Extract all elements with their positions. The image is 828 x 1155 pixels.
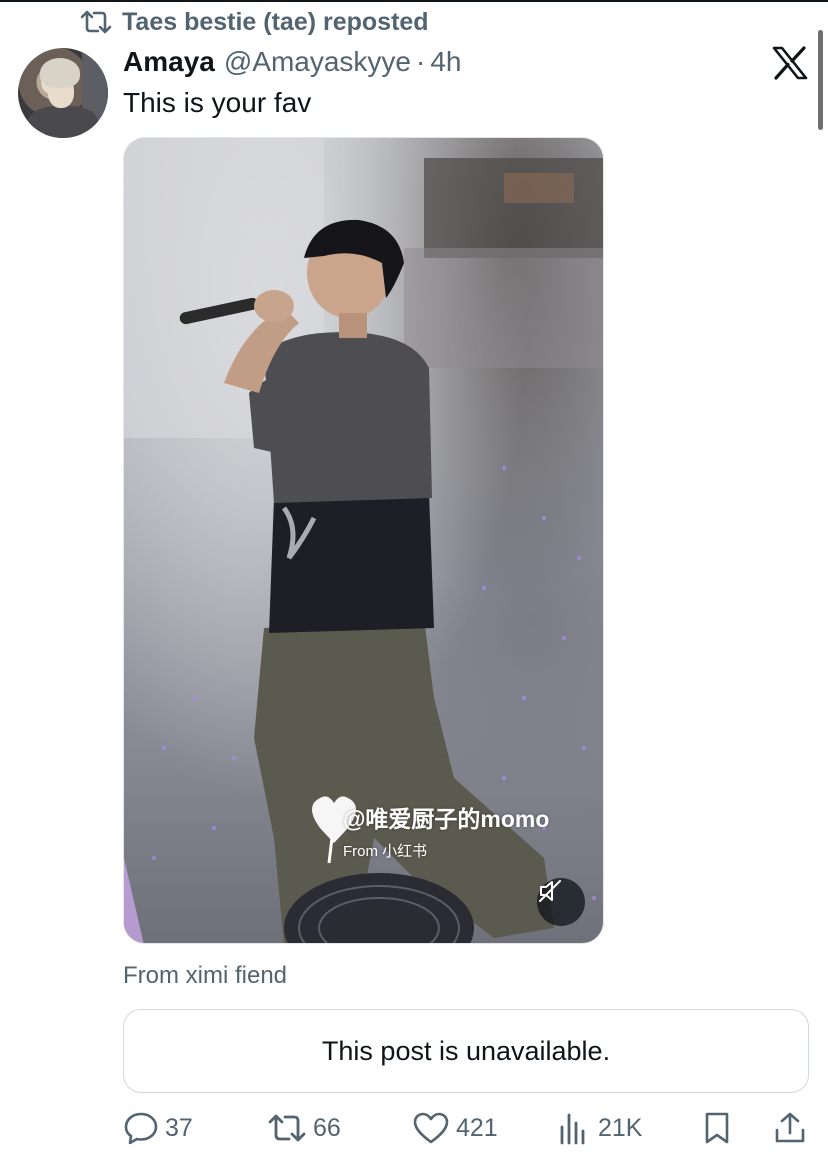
repost-action-icon <box>268 1114 306 1142</box>
post-header: Amaya @Amayaskyye · 4h <box>123 46 461 80</box>
avatar-hair <box>40 58 80 88</box>
share-button[interactable] <box>773 1108 807 1148</box>
mute-button[interactable] <box>537 878 585 926</box>
video-media[interactable]: @唯爱厨子的momo From 小红书 <box>123 137 604 944</box>
video-watermark: @唯爱厨子的momo From 小红书 <box>299 800 549 861</box>
repost-banner[interactable]: Taes bestie (tae) reposted <box>80 6 429 38</box>
author-avatar[interactable] <box>18 48 108 138</box>
like-button[interactable]: 421 <box>412 1108 498 1148</box>
post-text: This is your fav <box>123 87 312 118</box>
repost-count: 66 <box>313 1113 341 1142</box>
muted-speaker-icon <box>539 880 561 902</box>
repost-icon <box>80 10 112 34</box>
avatar-body <box>28 106 98 138</box>
post-timestamp[interactable]: 4h <box>430 46 461 78</box>
scrollbar[interactable] <box>818 30 823 130</box>
bookmark-icon <box>705 1112 729 1144</box>
post-actions: 37 66 421 21K <box>123 1108 813 1148</box>
repost-banner-text: Taes bestie (tae) reposted <box>122 7 429 36</box>
views-chart-icon <box>560 1113 585 1145</box>
like-count: 421 <box>456 1113 498 1142</box>
x-logo-icon <box>772 46 808 80</box>
header-separator: · <box>415 46 426 77</box>
bookmark-button[interactable] <box>701 1108 733 1148</box>
author-name[interactable]: Amaya <box>123 46 215 78</box>
quoted-post-unavailable: This post is unavailable. <box>123 1009 809 1093</box>
share-icon <box>775 1112 805 1143</box>
views-count: 21K <box>598 1113 643 1142</box>
heart-icon <box>413 1112 449 1144</box>
unavailable-message: This post is unavailable. <box>321 1035 611 1066</box>
views-button[interactable]: 21K <box>556 1108 642 1148</box>
reply-icon <box>124 1112 158 1145</box>
media-attribution[interactable]: From ximi fiend <box>123 962 287 990</box>
watermark-source: From 小红书 <box>343 843 428 860</box>
repost-button[interactable]: 66 <box>267 1108 341 1148</box>
top-divider <box>0 0 828 2</box>
author-handle[interactable]: @Amayaskyye <box>224 46 411 78</box>
reply-button[interactable]: 37 <box>123 1108 193 1148</box>
watermark-handle: @唯爱厨子的momo <box>343 806 550 832</box>
reply-count: 37 <box>165 1113 193 1142</box>
